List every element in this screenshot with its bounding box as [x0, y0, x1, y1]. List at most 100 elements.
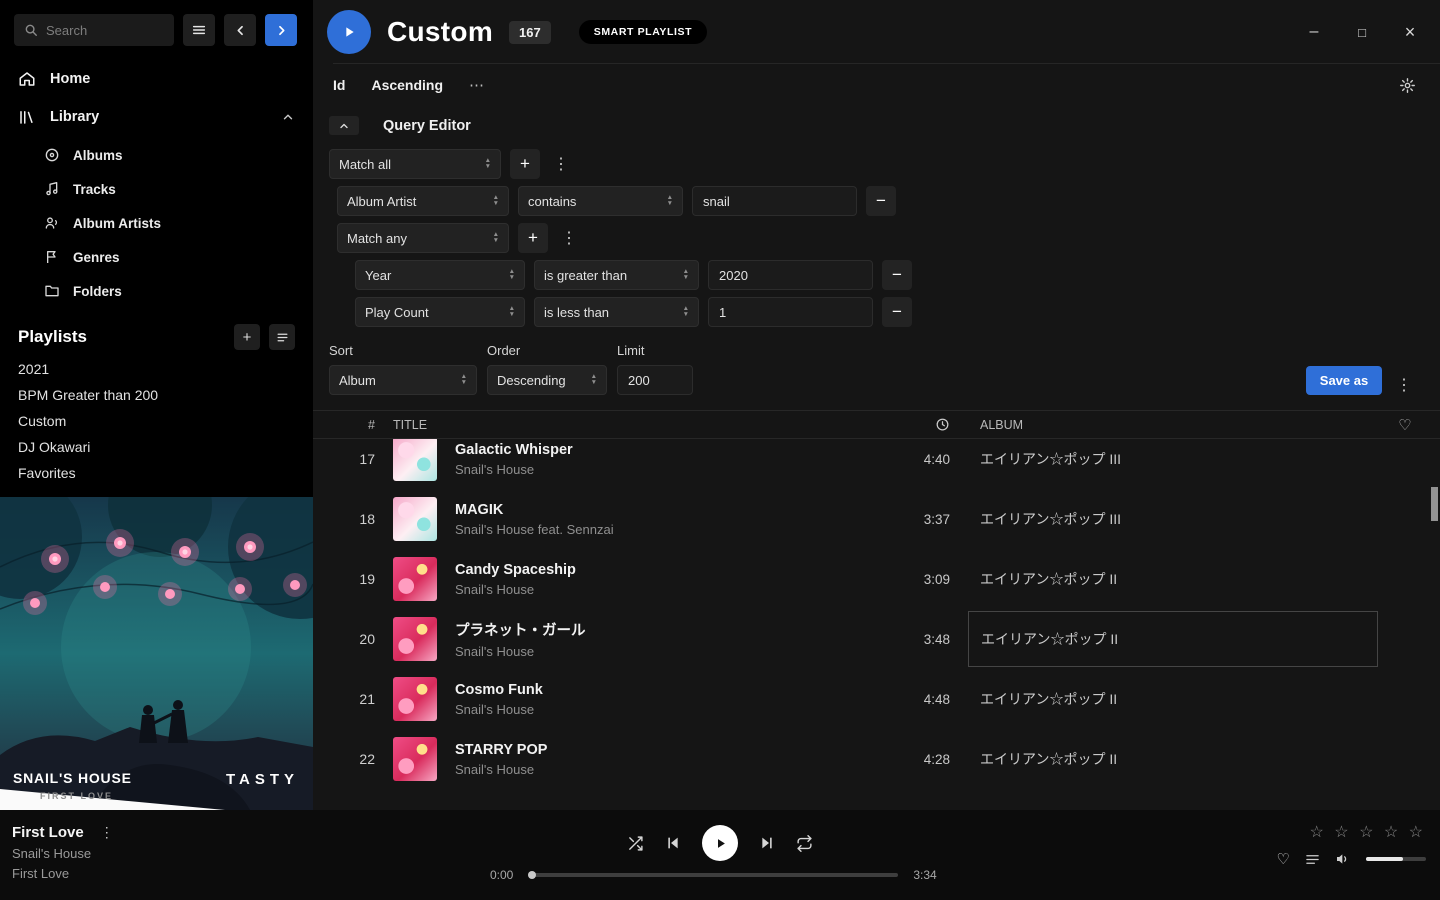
next-button[interactable] [759, 835, 775, 851]
previous-button[interactable] [665, 835, 681, 851]
table-row[interactable]: 19 Candy Spaceship Snail's House 3:09 エイ… [329, 549, 1432, 609]
sidebar-item-genres[interactable]: Genres [44, 240, 313, 274]
sidebar-item-tracks[interactable]: Tracks [44, 172, 313, 206]
track-menu-button[interactable]: ⋮ [100, 824, 114, 841]
more-options-button[interactable]: ⋯ [469, 76, 484, 94]
remove-rule-button[interactable]: − [866, 186, 896, 216]
settings-button[interactable] [1399, 77, 1416, 94]
forward-button[interactable] [265, 14, 297, 46]
play-playlist-button[interactable] [327, 10, 371, 54]
menu-button[interactable] [183, 14, 215, 46]
search-box[interactable] [14, 14, 174, 46]
table-row[interactable]: 20 プラネット・ガール Snail's House 3:48 エイリアン☆ポッ… [329, 609, 1432, 669]
track-artist: Snail's House [455, 462, 573, 477]
track-album[interactable]: エイリアン☆ポップ III [950, 449, 1378, 469]
track-album[interactable]: エイリアン☆ポップ II [950, 611, 1378, 667]
shuffle-icon [627, 835, 644, 852]
match-any-select[interactable]: Match any [337, 223, 509, 253]
order-select[interactable]: Descending [487, 365, 607, 395]
sidebar-item-album-artists[interactable]: Album Artists [44, 206, 313, 240]
table-row[interactable]: 18 MAGIK Snail's House feat. Sennzai 3:3… [329, 489, 1432, 549]
column-album[interactable]: ALBUM [950, 418, 1378, 432]
repeat-button[interactable] [796, 835, 813, 852]
sort-field-button[interactable]: Id [333, 77, 345, 93]
playback-controls [627, 825, 813, 861]
library-label: Library [50, 109, 99, 125]
column-title[interactable]: TITLE [375, 418, 864, 432]
play-pause-button[interactable] [702, 825, 738, 861]
star-icon[interactable]: ☆ [1409, 824, 1426, 841]
play-icon [341, 24, 357, 40]
remove-rule-button[interactable]: − [882, 297, 912, 327]
track-album[interactable]: エイリアン☆ポップ II [950, 749, 1378, 769]
track-album[interactable]: エイリアン☆ポップ III [950, 509, 1378, 529]
limit-input[interactable] [617, 365, 693, 395]
sidebar-item-folders[interactable]: Folders [44, 274, 313, 308]
group-options-button[interactable]: ⋮ [557, 228, 581, 248]
table-row[interactable]: 21 Cosmo Funk Snail's House 4:48 エイリアン☆ポ… [329, 669, 1432, 729]
remove-rule-button[interactable]: − [882, 260, 912, 290]
close-button[interactable]: × [1402, 22, 1418, 43]
maximize-button[interactable]: □ [1354, 25, 1370, 40]
rule-operator-value: contains [528, 194, 576, 209]
rule-value-input[interactable] [708, 297, 873, 327]
playlist-item[interactable]: BPM Greater than 200 [0, 382, 313, 408]
album-cell-focused[interactable]: エイリアン☆ポップ II [968, 611, 1378, 667]
save-as-button[interactable]: Save as [1306, 366, 1382, 395]
star-icon[interactable]: ☆ [1334, 824, 1351, 841]
sort-select[interactable]: Album [329, 365, 477, 395]
star-icon[interactable]: ☆ [1359, 824, 1376, 841]
volume-slider[interactable] [1366, 857, 1426, 861]
column-favorite[interactable]: ♡ [1378, 416, 1432, 434]
playlist-item[interactable]: Custom [0, 408, 313, 434]
sidebar-top-bar [0, 0, 313, 54]
rule-field-select[interactable]: Play Count [355, 297, 525, 327]
table-row[interactable]: 17 Galactic Whisper Snail's House 4:40 エ… [329, 439, 1432, 489]
playlist-item[interactable]: 2021 [0, 356, 313, 382]
star-icon[interactable]: ☆ [1309, 824, 1326, 841]
seek-handle[interactable] [528, 871, 536, 879]
queue-icon[interactable] [1305, 852, 1320, 867]
track-index: 17 [329, 451, 375, 467]
sidebar-item-albums[interactable]: Albums [44, 138, 313, 172]
column-index[interactable]: # [329, 418, 375, 432]
playlists-header: Playlists + [0, 308, 313, 356]
add-rule-button[interactable]: + [510, 149, 540, 179]
star-icon[interactable]: ☆ [1384, 824, 1401, 841]
chevron-up-icon[interactable] [281, 110, 295, 124]
save-options-button[interactable]: ⋮ [1392, 375, 1416, 395]
rule-field-select[interactable]: Album Artist [337, 186, 509, 216]
minimize-button[interactable]: – [1306, 23, 1322, 41]
rule-field-select[interactable]: Year [355, 260, 525, 290]
sidebar-item-home[interactable]: Home [0, 60, 313, 98]
favorite-button[interactable]: ♡ [1277, 850, 1290, 868]
track-album[interactable]: エイリアン☆ポップ II [950, 689, 1378, 709]
shuffle-button[interactable] [627, 835, 644, 852]
rule-operator-select[interactable]: is greater than [534, 260, 699, 290]
table-row[interactable]: 22 STARRY POP Snail's House 4:28 エイリアン☆ポ… [329, 729, 1432, 789]
scrollbar-thumb[interactable] [1431, 487, 1438, 521]
search-input[interactable] [46, 23, 164, 38]
track-album[interactable]: エイリアン☆ポップ II [950, 569, 1378, 589]
back-button[interactable] [224, 14, 256, 46]
playlist-menu-button[interactable] [269, 324, 295, 350]
rule-value-input[interactable] [692, 186, 857, 216]
rule-value-input[interactable] [708, 260, 873, 290]
sort-label: Sort [329, 343, 477, 358]
playlist-item[interactable]: Favorites [0, 460, 313, 486]
sidebar-item-library[interactable]: Library [0, 98, 313, 136]
query-editor-collapse-button[interactable] [329, 116, 359, 135]
sort-order-button[interactable]: Ascending [371, 77, 443, 93]
now-playing-artwork[interactable]: SNAIL'S HOUSE FIRST LOVE TASTY [0, 497, 313, 810]
add-rule-button[interactable]: + [518, 223, 548, 253]
column-duration[interactable] [864, 417, 950, 432]
seek-bar[interactable] [528, 873, 898, 877]
volume-icon[interactable] [1335, 851, 1351, 867]
add-playlist-button[interactable]: + [234, 324, 260, 350]
match-all-select[interactable]: Match all [329, 149, 501, 179]
playlist-item[interactable]: DJ Okawari [0, 434, 313, 460]
rule-operator-select[interactable]: contains [518, 186, 683, 216]
albums-label: Albums [73, 148, 123, 163]
group-options-button[interactable]: ⋮ [549, 154, 573, 174]
rule-operator-select[interactable]: is less than [534, 297, 699, 327]
